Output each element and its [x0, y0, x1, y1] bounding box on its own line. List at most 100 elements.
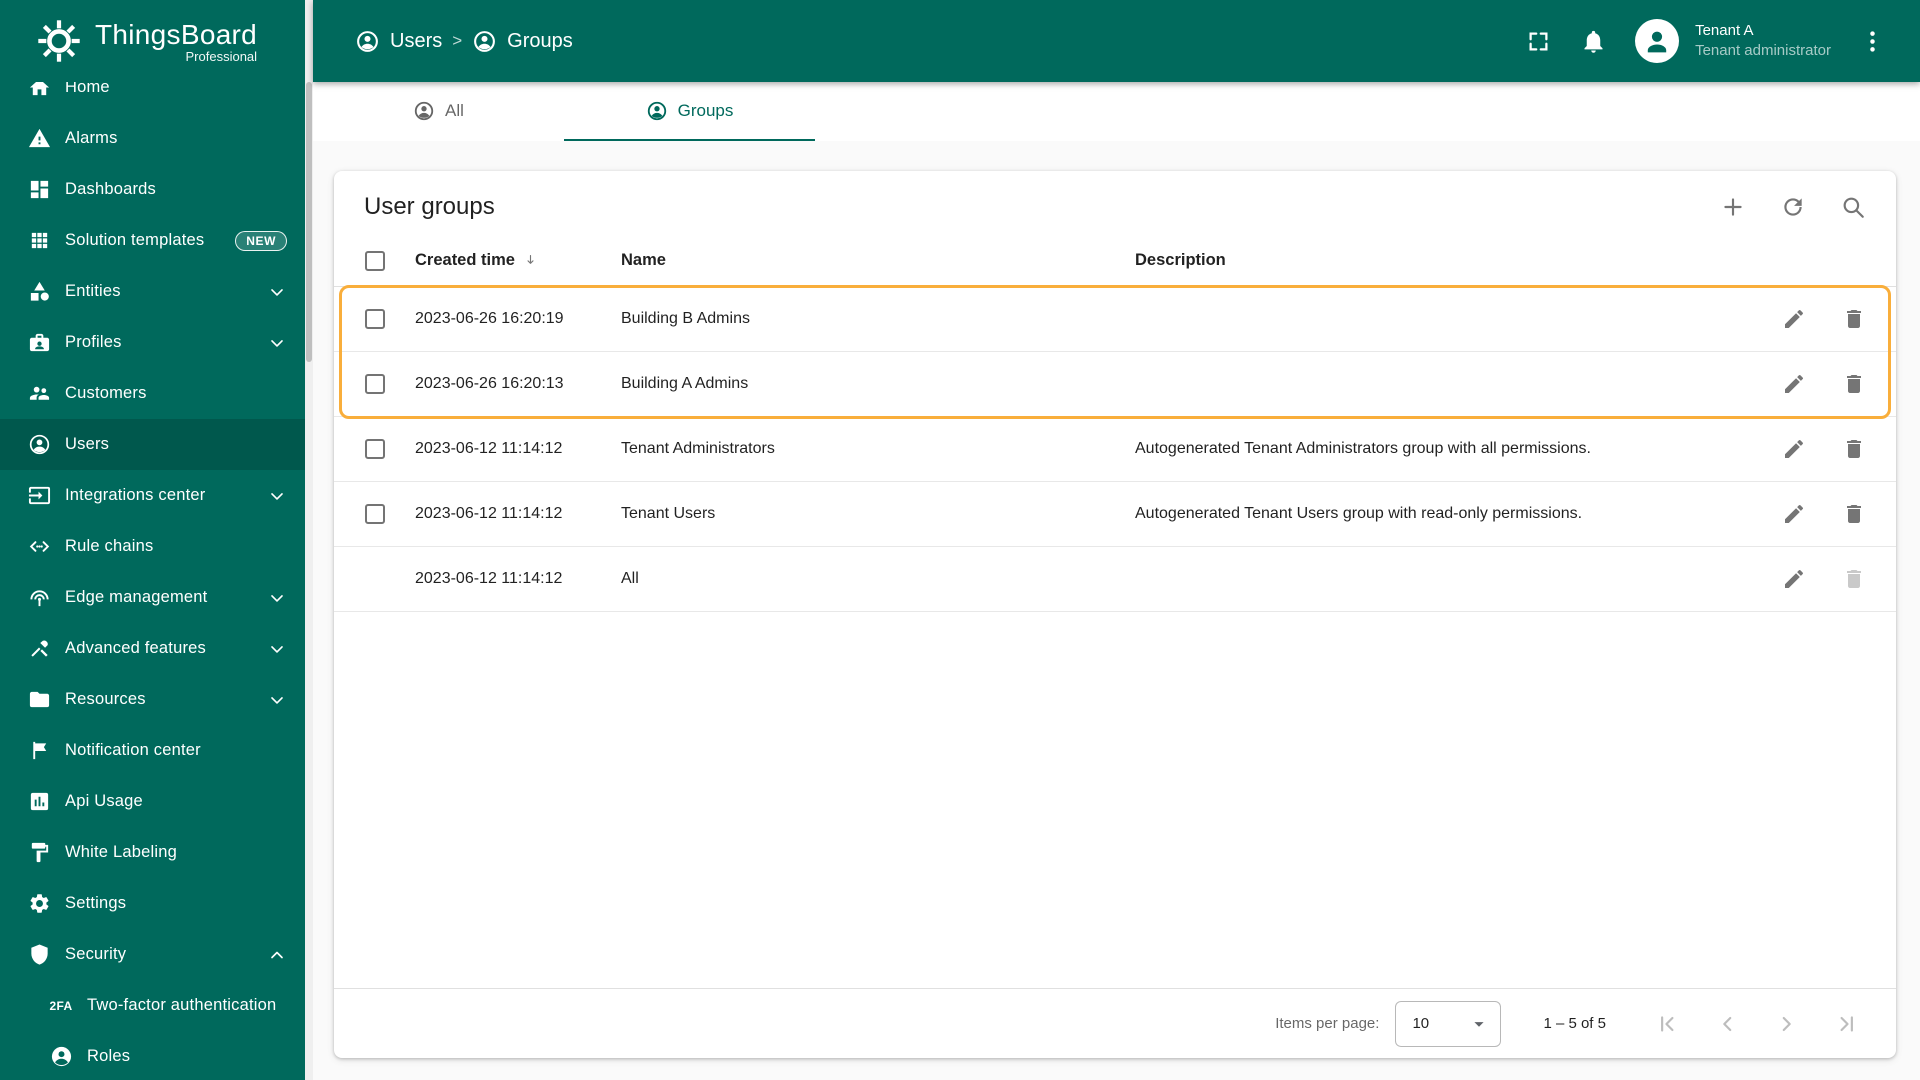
sidebar-item-resources[interactable]: Resources — [0, 674, 305, 725]
breadcrumb-groups[interactable]: Groups — [472, 29, 573, 54]
integrations-center-icon — [27, 484, 51, 508]
sidebar-item-users[interactable]: Users — [0, 419, 305, 470]
advanced-features-icon — [27, 637, 51, 661]
items-per-page-value: 10 — [1412, 1015, 1430, 1032]
cell-created-time: 2023-06-26 16:20:19 — [415, 310, 564, 327]
select-all-checkbox[interactable] — [365, 250, 385, 271]
sidebar-item-white-labeling[interactable]: White Labeling — [0, 827, 305, 878]
cell-name: Tenant Users — [621, 505, 716, 522]
notification-center-icon — [27, 739, 51, 763]
edge-management-icon — [27, 586, 51, 610]
sidebar-item-advanced-features[interactable]: Advanced features — [0, 623, 305, 674]
chevron-down-icon — [267, 588, 287, 608]
logo[interactable]: ThingsBoard Professional — [0, 0, 305, 82]
row-checkbox[interactable] — [365, 309, 385, 329]
first-page-button — [1654, 1011, 1680, 1037]
sidebar-item-integrations-center[interactable]: Integrations center — [0, 470, 305, 521]
edit-button[interactable] — [1782, 567, 1806, 591]
table-row[interactable]: 2023-06-26 16:20:19 Building B Admins — [334, 287, 1896, 352]
table-row[interactable]: 2023-06-26 16:20:13 Building A Admins — [334, 352, 1896, 417]
tenant-role: Tenant administrator — [1695, 42, 1831, 59]
column-header-description[interactable]: Description — [1135, 251, 1716, 270]
chevron-down-icon — [267, 333, 287, 353]
sidebar-item-roles[interactable]: Roles — [0, 1031, 305, 1080]
column-header-name[interactable]: Name — [621, 251, 1135, 270]
sidebar-menu: Home Alarms Dashboards Solution template… — [0, 62, 305, 1080]
row-checkbox[interactable] — [365, 504, 385, 524]
sidebar-item-customers[interactable]: Customers — [0, 368, 305, 419]
notifications-bell-icon[interactable] — [1580, 28, 1607, 55]
breadcrumb-separator: > — [452, 31, 463, 50]
fullscreen-icon[interactable] — [1525, 28, 1552, 55]
sidebar-item-solution-templates[interactable]: Solution templates NEW — [0, 215, 305, 266]
page-title: User groups — [364, 193, 495, 220]
cell-name: Tenant Administrators — [621, 440, 775, 457]
sidebar-item-api-usage[interactable]: Api Usage — [0, 776, 305, 827]
cell-description: Autogenerated Tenant Users group with re… — [1135, 505, 1583, 522]
white-labeling-paint-icon — [27, 841, 51, 865]
cell-description: Autogenerated Tenant Administrators grou… — [1135, 440, 1591, 457]
sidebar-item-edge-management[interactable]: Edge management — [0, 572, 305, 623]
tab-all[interactable]: All — [313, 82, 564, 141]
items-per-page-select[interactable]: 10 — [1395, 1000, 1502, 1047]
edit-button[interactable] — [1782, 502, 1806, 526]
content-area: All Groups User groups Created time Name… — [313, 82, 1920, 1080]
kebab-menu-icon[interactable] — [1859, 28, 1886, 55]
last-page-button — [1834, 1011, 1860, 1037]
delete-button[interactable] — [1842, 502, 1866, 526]
sidebar-item-alarms[interactable]: Alarms — [0, 113, 305, 164]
table-row[interactable]: 2023-06-12 11:14:12 Tenant Users Autogen… — [334, 482, 1896, 547]
delete-button[interactable] — [1842, 307, 1866, 331]
edit-button[interactable] — [1782, 437, 1806, 461]
sidebar-item-settings[interactable]: Settings — [0, 878, 305, 929]
chevron-down-icon — [267, 690, 287, 710]
search-button[interactable] — [1840, 194, 1866, 220]
solution-templates-icon — [27, 229, 51, 253]
api-usage-chart-icon — [27, 790, 51, 814]
user-avatar[interactable] — [1635, 19, 1680, 63]
page-range-label: 1 – 5 of 5 — [1543, 1015, 1606, 1032]
column-header-created-time[interactable]: Created time — [415, 251, 621, 270]
delete-button[interactable] — [1842, 372, 1866, 396]
user-group-icon — [355, 29, 380, 54]
sidebar-item-rule-chains[interactable]: Rule chains — [0, 521, 305, 572]
sidebar-item-dashboards[interactable]: Dashboards — [0, 164, 305, 215]
tenant-info: Tenant A Tenant administrator — [1695, 21, 1831, 62]
refresh-button[interactable] — [1780, 194, 1806, 220]
user-groups-card: User groups Created time Name Descriptio… — [334, 171, 1896, 1058]
chevron-down-icon — [267, 282, 287, 302]
sidebar-item-profiles[interactable]: Profiles — [0, 317, 305, 368]
row-checkbox[interactable] — [365, 439, 385, 459]
edit-button[interactable] — [1782, 307, 1806, 331]
alarms-icon — [27, 127, 51, 151]
security-shield-icon — [27, 943, 51, 967]
sidebar-item-entities[interactable]: Entities — [0, 266, 305, 317]
table-row[interactable]: 2023-06-12 11:14:12 Tenant Administrator… — [334, 417, 1896, 482]
items-per-page-label: Items per page: — [1275, 1015, 1380, 1032]
add-group-button[interactable] — [1720, 194, 1746, 220]
cell-name: Building A Admins — [621, 375, 749, 392]
entities-icon — [27, 280, 51, 304]
rule-chains-icon — [27, 535, 51, 559]
sidebar-item-two-factor-authentication[interactable]: 2FA Two-factor authentication — [0, 980, 305, 1031]
customers-icon — [27, 382, 51, 406]
table-row[interactable]: 2023-06-12 11:14:12 All — [334, 547, 1896, 612]
edit-button[interactable] — [1782, 372, 1806, 396]
delete-button[interactable] — [1842, 437, 1866, 461]
sidebar-item-security[interactable]: Security — [0, 929, 305, 980]
user-group-icon — [472, 29, 497, 54]
delete-button-disabled — [1842, 567, 1866, 591]
resources-folder-icon — [27, 688, 51, 712]
brand-edition: Professional — [185, 48, 258, 64]
sidebar-scrollbar — [305, 0, 313, 1080]
dashboards-icon — [27, 178, 51, 202]
sidebar-scrollbar-thumb[interactable] — [306, 82, 312, 362]
new-badge: NEW — [235, 230, 287, 251]
two-factor-icon: 2FA — [49, 998, 73, 1013]
tenant-name: Tenant A — [1695, 21, 1754, 39]
sidebar-item-notification-center[interactable]: Notification center — [0, 725, 305, 776]
cell-created-time: 2023-06-12 11:14:12 — [415, 505, 563, 522]
breadcrumb-users[interactable]: Users — [355, 29, 442, 54]
row-checkbox[interactable] — [365, 374, 385, 394]
tab-groups[interactable]: Groups — [564, 82, 815, 141]
